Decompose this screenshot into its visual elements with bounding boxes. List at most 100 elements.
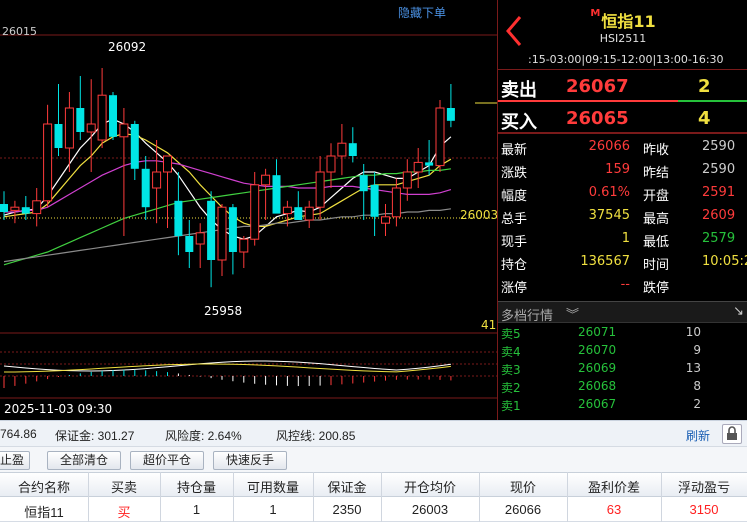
table-cell: 26066 <box>504 502 542 517</box>
column-header[interactable]: 浮动盈亏 <box>661 477 747 496</box>
stat-label: 开盘 <box>643 189 670 204</box>
candle-body-down <box>425 162 434 166</box>
depth-title: 多档行情 <box>501 309 554 324</box>
column-header[interactable]: 持仓量 <box>160 477 233 496</box>
depth-price: 26067 <box>578 397 617 411</box>
quick-reverse-button[interactable]: 快速反手 <box>213 451 287 470</box>
quote-stat-row: 幅度 0.61% 开盘 2591 <box>498 182 747 205</box>
date-label: 2025-11-03 09:30 <box>4 402 113 416</box>
column-header[interactable]: 开仓均价 <box>381 477 479 496</box>
depth-label: 卖2 <box>501 381 521 395</box>
table-row[interactable]: 恒指11 买 1 1 2350 26003 26066 63 3150 <box>0 498 747 522</box>
table-cell: 3150 <box>689 502 719 517</box>
close-all-button[interactable]: 全部清仓 <box>47 451 121 470</box>
ask-volume: 2 <box>698 76 711 97</box>
stat-label: 最低 <box>643 235 670 250</box>
candle-body-down <box>76 108 85 132</box>
quote-stat-row: 持仓 136567 时间 10:05:2 <box>498 251 747 274</box>
candle-body-up <box>391 187 401 218</box>
expand-arrow-icon[interactable]: ↘ <box>733 304 744 319</box>
kline-chart[interactable]: 隐藏下单 26015 26092 25958 26003 41 2025-11-… <box>0 0 498 420</box>
lock-icon[interactable] <box>722 424 742 444</box>
stat-label: 涨停 <box>501 281 528 296</box>
depth-row[interactable]: 卖4 26070 9 <box>498 342 747 360</box>
depth-row[interactable]: 卖5 26071 10 <box>498 324 747 342</box>
depth-price: 26070 <box>578 343 617 357</box>
stat-label: 幅度 <box>501 189 528 204</box>
stat-label: 跌停 <box>643 281 670 296</box>
candle-body-up <box>163 155 172 173</box>
chevron-down-icon[interactable]: ︾ <box>566 304 579 323</box>
stat-value: -- <box>620 277 630 292</box>
stat-label: 持仓 <box>501 258 528 273</box>
candle-body-down <box>0 204 8 212</box>
depth-row[interactable]: 卖1 26067 2 <box>498 396 747 414</box>
table-cell: 26003 <box>411 502 449 517</box>
quote-stat-row: 现手 1 最低 2579 <box>498 228 747 251</box>
depth-price: 26069 <box>578 361 617 375</box>
candle-body-down <box>130 124 139 169</box>
balance-value: 764.86 <box>0 427 37 441</box>
candle-body-up <box>250 184 260 240</box>
column-header[interactable]: 保证金 <box>313 477 381 496</box>
depth-header[interactable]: 多档行情 ︾ ↘ <box>498 301 747 324</box>
column-divider <box>313 472 314 522</box>
column-header[interactable]: 可用数量 <box>233 477 313 496</box>
depth-price: 26068 <box>578 379 617 393</box>
column-divider <box>479 472 480 522</box>
macd-dif-line <box>3 360 451 372</box>
depth-row[interactable]: 卖2 26068 8 <box>498 378 747 396</box>
candle-body-down <box>348 143 357 156</box>
candle-body-up <box>239 238 249 253</box>
stat-value: 2591 <box>702 185 736 200</box>
account-bar: 764.86 保证金: 301.27 风险度: 2.64% 风控线: 200.8… <box>0 420 747 446</box>
column-header[interactable]: 合约名称 <box>0 477 88 496</box>
quote-panel: M恒指11 HSI2511 :15-03:00|09:15-12:00|13:0… <box>497 0 747 420</box>
candle-body-down <box>370 184 379 217</box>
candle-body-down <box>228 207 237 252</box>
depth-row[interactable]: 卖3 26069 13 <box>498 360 747 378</box>
depth-label: 卖1 <box>501 399 521 413</box>
candle-body-up <box>402 171 412 189</box>
ask-label: 卖出 <box>501 80 537 101</box>
quote-stat-row: 最新 26066 昨收 2590 <box>498 136 747 159</box>
column-header[interactable]: 现价 <box>479 477 567 496</box>
table-cell: 恒指11 <box>24 505 64 520</box>
candle-body-up <box>86 123 96 133</box>
stat-label: 涨跌 <box>501 166 528 181</box>
contract-name: 恒指11 <box>601 12 656 31</box>
candle-body-up <box>217 206 227 261</box>
volume-axis-value: 41 <box>481 318 497 332</box>
low-label: 25958 <box>204 304 243 318</box>
ask-bar <box>498 100 678 102</box>
column-divider <box>233 472 234 522</box>
candle-body-up <box>32 200 42 215</box>
candle-body-up <box>304 206 314 221</box>
stat-value: 0.61% <box>588 185 630 200</box>
table-cell: 2350 <box>332 502 362 517</box>
stat-label: 昨收 <box>643 143 670 158</box>
candle-body-up <box>97 94 107 141</box>
column-divider <box>567 472 568 522</box>
market-close-button[interactable]: 超价平仓 <box>130 451 204 470</box>
column-header[interactable]: 盈利价差 <box>567 477 661 496</box>
candle-body-down <box>54 124 63 148</box>
stat-label: 时间 <box>643 258 670 273</box>
refresh-link[interactable]: 刷新 <box>686 427 710 444</box>
quote-header: M恒指11 HSI2511 :15-03:00|09:15-12:00|13:0… <box>498 0 747 70</box>
quote-stat-row: 涨跌 159 昨结 2590 <box>498 159 747 182</box>
depth-volume: 13 <box>685 361 701 375</box>
contract-code: HSI2511 <box>599 32 647 45</box>
bid-row[interactable]: 买入 26065 4 <box>498 104 747 134</box>
column-divider <box>88 472 89 522</box>
stat-label: 最高 <box>643 212 670 227</box>
bid-price: 26065 <box>566 108 629 129</box>
column-header[interactable]: 买卖 <box>88 477 160 496</box>
stat-label: 现手 <box>501 235 528 250</box>
candle-body-up <box>64 107 74 149</box>
tab-partial[interactable]: 止盈 <box>0 451 30 470</box>
stat-value: 2590 <box>702 139 736 154</box>
hide-orders-link[interactable]: 隐藏下单 <box>398 4 446 21</box>
ask-row[interactable]: 卖出 26067 2 <box>498 72 747 102</box>
kline-chart-svg[interactable] <box>0 0 497 420</box>
